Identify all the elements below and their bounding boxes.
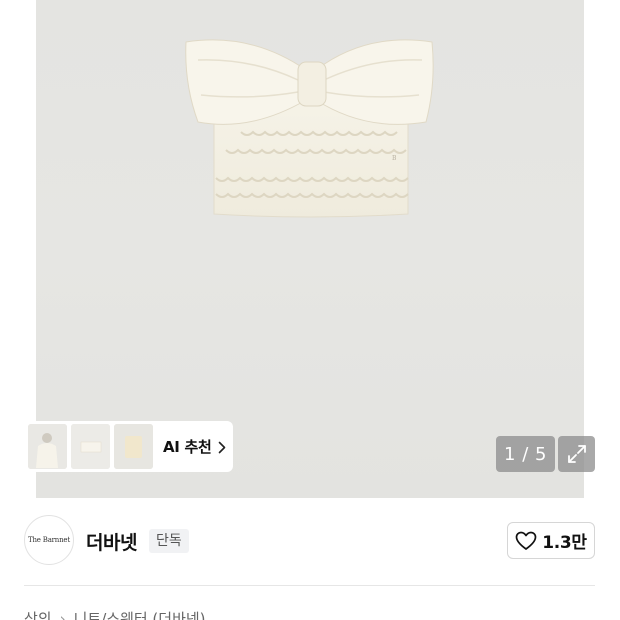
brand-logo-text: The Barnnet <box>28 536 70 544</box>
image-pager: 1 / 5 <box>496 436 555 472</box>
chevron-right-icon <box>218 441 225 454</box>
brand-logo[interactable]: The Barnnet <box>24 515 74 565</box>
recommend-thumb-3[interactable] <box>114 424 153 469</box>
breadcrumb: 상의 › 니트/스웨터 (더바넷) <box>24 608 206 620</box>
product-image-gallery[interactable]: B AI 추천 1 / 5 <box>0 0 620 498</box>
thumb-image <box>28 424 67 469</box>
thumb-image <box>114 424 153 469</box>
heart-icon <box>515 531 537 550</box>
breadcrumb-item[interactable]: 니트/스웨터 (더바넷) <box>74 610 206 620</box>
brand-name[interactable]: 더바넷 <box>86 528 137 555</box>
product-page: B AI 추천 1 / 5 The Barnnet 더바넷 단독 1.3만 상의… <box>0 0 620 620</box>
thumb-image <box>71 424 110 469</box>
like-button[interactable]: 1.3만 <box>507 522 595 559</box>
expand-icon <box>567 445 586 463</box>
svg-text:B: B <box>392 155 397 162</box>
recommend-thumb-1[interactable] <box>28 424 67 469</box>
brand-row: The Barnnet 더바넷 단독 1.3만 <box>0 498 620 585</box>
exclusive-badge: 단독 <box>149 529 189 553</box>
breadcrumb-item[interactable]: 상의 <box>24 610 52 620</box>
recommend-thumb-2[interactable] <box>71 424 110 469</box>
like-count: 1.3만 <box>542 533 587 553</box>
breadcrumb-separator-icon: › <box>59 610 66 620</box>
divider <box>24 585 595 586</box>
ai-recommend-label: AI 추천 <box>163 438 212 456</box>
ai-recommend-card[interactable]: AI 추천 <box>25 421 233 472</box>
expand-image-button[interactable] <box>558 436 595 472</box>
